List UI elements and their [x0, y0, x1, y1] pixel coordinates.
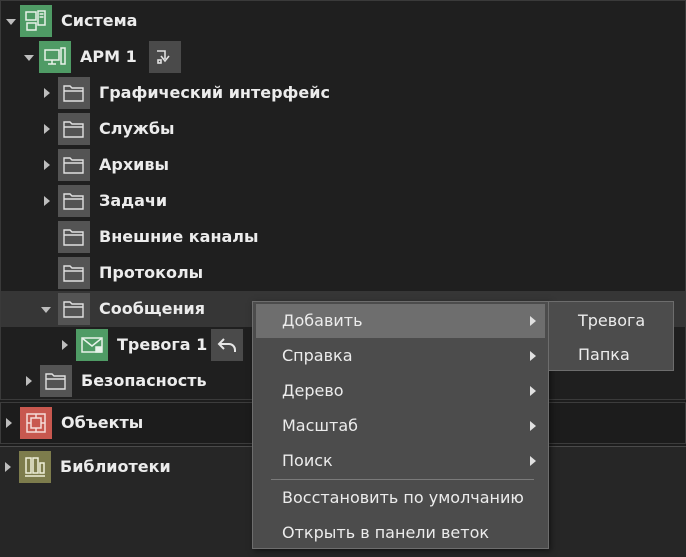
tree-node-folder-archives[interactable]: Архивы	[1, 147, 685, 183]
submenu-arrow-icon	[530, 351, 536, 361]
menu-item-add[interactable]: Добавить	[256, 304, 545, 338]
menu-item-help[interactable]: Справка	[256, 339, 545, 373]
menu-item-open-in-branch-panel[interactable]: Открыть в панели веток	[256, 516, 545, 550]
menu-item-restore-default[interactable]: Восстановить по умолчанию	[256, 481, 545, 515]
folder-icon	[58, 113, 90, 145]
folder-icon	[40, 365, 72, 397]
tree-node-folder-protocols[interactable]: Протоколы	[1, 255, 685, 291]
menu-item-label: Поиск	[282, 451, 333, 470]
tree-label: Внешние каналы	[99, 227, 259, 246]
menu-item-search[interactable]: Поиск	[256, 444, 545, 478]
tree-label: Службы	[99, 119, 175, 138]
folder-icon	[58, 185, 90, 217]
system-icon	[20, 5, 52, 37]
tree-label-system: Система	[61, 11, 138, 30]
folder-icon	[58, 293, 90, 325]
menu-item-label: Открыть в панели веток	[282, 523, 490, 542]
objects-icon	[20, 407, 52, 439]
tree-label: Протоколы	[99, 263, 204, 282]
menu-item-label: Масштаб	[282, 416, 359, 435]
submenu-arrow-icon	[530, 386, 536, 396]
folder-icon	[58, 221, 90, 253]
submenu-item-alarm[interactable]: Тревога	[552, 304, 670, 338]
menu-item-label: Дерево	[282, 381, 344, 400]
expand-arrow-icon[interactable]	[6, 418, 12, 428]
expand-arrow-icon[interactable]	[26, 376, 32, 386]
expand-arrow-icon[interactable]	[44, 88, 50, 98]
expand-arrow-icon[interactable]	[44, 196, 50, 206]
tree-node-folder-gui[interactable]: Графический интерфейс	[1, 75, 685, 111]
menu-item-label: Восстановить по умолчанию	[282, 488, 524, 507]
undo-arrow-icon[interactable]	[211, 329, 243, 361]
tree-node-folder-external[interactable]: Внешние каналы	[1, 219, 685, 255]
submenu-arrow-icon	[530, 316, 536, 326]
tree-label: Задачи	[99, 191, 168, 210]
message-envelope-icon	[76, 329, 108, 361]
menu-item-tree[interactable]: Дерево	[256, 374, 545, 408]
submenu-arrow-icon	[530, 421, 536, 431]
tree-label-arm: АРМ 1	[80, 47, 137, 66]
panel-label-libraries: Библиотеки	[60, 457, 171, 476]
menu-item-label: Добавить	[282, 311, 363, 330]
workstation-icon	[39, 41, 71, 73]
tree-label-security: Безопасность	[81, 371, 207, 390]
context-menu: Добавить Справка Дерево Масштаб Поиск Во…	[252, 301, 549, 549]
collapse-arrow-icon[interactable]	[41, 307, 51, 313]
tree-label: Архивы	[99, 155, 169, 174]
tree-node-system[interactable]: Система	[1, 3, 685, 39]
tree-label-alarm: Тревога 1	[117, 335, 208, 354]
download-arrow-icon[interactable]	[149, 41, 181, 73]
expand-arrow-icon[interactable]	[44, 160, 50, 170]
expand-arrow-icon[interactable]	[44, 124, 50, 134]
tree-label: Графический интерфейс	[99, 83, 330, 102]
submenu-arrow-icon	[530, 456, 536, 466]
folder-icon	[58, 149, 90, 181]
panel-label-objects: Объекты	[61, 413, 144, 432]
expand-arrow-icon[interactable]	[5, 462, 11, 472]
tree-node-folder-services[interactable]: Службы	[1, 111, 685, 147]
menu-item-label: Тревога	[578, 311, 646, 330]
folder-icon	[58, 77, 90, 109]
menu-separator	[271, 479, 534, 480]
submenu-item-folder[interactable]: Папка	[552, 338, 670, 372]
collapse-arrow-icon[interactable]	[6, 19, 16, 25]
library-icon	[19, 451, 51, 483]
expand-arrow-icon[interactable]	[62, 340, 68, 350]
menu-item-label: Справка	[282, 346, 353, 365]
collapse-arrow-icon[interactable]	[24, 55, 34, 61]
menu-item-zoom[interactable]: Масштаб	[256, 409, 545, 443]
tree-node-folder-tasks[interactable]: Задачи	[1, 183, 685, 219]
menu-item-label: Папка	[578, 345, 630, 364]
folder-icon	[58, 257, 90, 289]
add-submenu: Тревога Папка	[548, 301, 674, 371]
tree-label: Сообщения	[99, 299, 205, 318]
tree-node-arm[interactable]: АРМ 1	[1, 39, 685, 75]
